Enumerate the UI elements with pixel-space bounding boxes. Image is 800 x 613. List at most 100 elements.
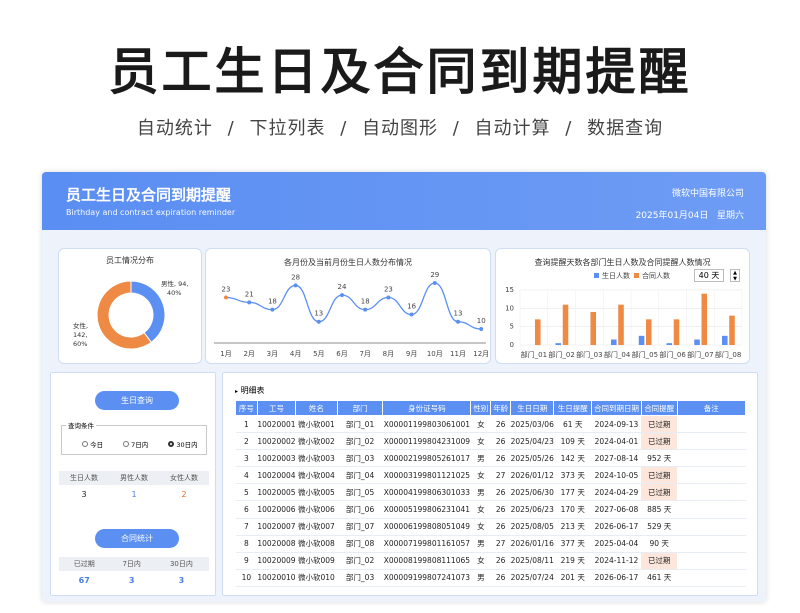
table-row[interactable]: 6 10020006 微小软006 部门_06 X00005199806231041 女 2… bbox=[235, 500, 746, 519]
bullet-icon: ▸ bbox=[235, 388, 239, 395]
x-tick-label: 部门_05 bbox=[632, 350, 658, 359]
table-cell: 微小软009 bbox=[295, 552, 338, 570]
table-cell: 109 天 bbox=[553, 432, 592, 451]
table-cell: 10020003 bbox=[257, 449, 296, 468]
table-row[interactable]: 8 10020008 微小软008 部门_08 X00007199801161057 男 2… bbox=[235, 535, 746, 553]
stat-header: 30日内 bbox=[153, 557, 209, 571]
table-row[interactable]: 3 10020003 微小软003 部门_03 X00002199805261017 男 2… bbox=[235, 449, 746, 468]
table-cell: 微小软004 bbox=[295, 466, 338, 485]
x-tick-label: 部门_07 bbox=[687, 350, 713, 359]
table-cell: 8 bbox=[235, 535, 258, 553]
table-cell: 2026/01/16 bbox=[510, 535, 554, 553]
stat-header: 已过期 bbox=[59, 557, 110, 571]
department-panel: 查询提醒天数各部门生日人数及合同提醒人数情况 40 天 ▲ ▼ 0 5 10 15 部门_… bbox=[495, 248, 750, 364]
radio-today[interactable]: 今日 bbox=[82, 439, 103, 449]
stat-header: 生日人数 bbox=[59, 471, 109, 485]
radio-7days[interactable]: 7日内 bbox=[123, 439, 148, 449]
table-cell: 10020005 bbox=[257, 483, 296, 502]
table-cell: 952 天 bbox=[641, 449, 678, 468]
x-tick-label: 6月 bbox=[336, 350, 347, 358]
line-point bbox=[456, 319, 460, 324]
table-row[interactable]: 9 10020009 微小软009 部门_02 X00008199808111065 女 2… bbox=[235, 552, 746, 570]
column-header: 身份证号码 bbox=[382, 400, 472, 416]
donut-chart: 男性, 94, 40% 女性, 142, 60% bbox=[73, 279, 188, 350]
x-tick-label: 部门_08 bbox=[715, 350, 741, 359]
table-cell: 529 天 bbox=[641, 518, 678, 536]
table-cell: 微小软005 bbox=[295, 483, 338, 502]
table-row[interactable]: 10 10020010 微小软010 部门_03 X00009199807241073 男… bbox=[235, 569, 746, 587]
table-cell: X00002199805261017 bbox=[382, 449, 471, 468]
table-row[interactable]: 1 10020001 微小软001 部门_01 X00001199803061001 女 2… bbox=[235, 415, 746, 434]
table-cell bbox=[677, 552, 746, 570]
table-cell: X00004199806301033 bbox=[382, 483, 471, 502]
data-label: 21 bbox=[245, 290, 254, 298]
table-cell: 377 天 bbox=[553, 535, 592, 553]
x-tick-label: 2月 bbox=[243, 350, 254, 358]
female-label-line: 60% bbox=[73, 340, 87, 348]
table-cell: 已过期 bbox=[641, 552, 678, 570]
birthday-query-button[interactable]: 生日查询 bbox=[95, 391, 179, 410]
line-point bbox=[316, 319, 321, 324]
table-row[interactable]: 5 10020005 微小软005 部门_05 X00004199806301033 男 2… bbox=[235, 483, 746, 502]
feature-item: 自动统计 bbox=[136, 118, 213, 139]
table-cell: 26 bbox=[490, 415, 511, 434]
female-label: 女性, 142, 60% bbox=[73, 321, 88, 348]
line-point bbox=[432, 281, 437, 285]
radio-label: 30日内 bbox=[176, 441, 198, 449]
line-point bbox=[247, 300, 252, 305]
table-cell: 2026-06-17 bbox=[591, 569, 642, 587]
table-cell: 373 天 bbox=[553, 466, 592, 485]
legend-swatch bbox=[594, 273, 599, 278]
table-cell: X00006199808051049 bbox=[382, 518, 471, 536]
stat-value: 2 bbox=[181, 489, 187, 499]
bar-birthday bbox=[666, 343, 673, 345]
stat-value: 67 bbox=[78, 575, 90, 585]
table-cell: 10020006 bbox=[257, 500, 296, 519]
contract-stats-button[interactable]: 合同统计 bbox=[95, 529, 179, 548]
table-cell: 10020008 bbox=[257, 535, 296, 553]
table-cell: 3 bbox=[235, 449, 258, 468]
column-header: 序号 bbox=[235, 400, 258, 416]
y-tick-label: 10 bbox=[505, 304, 514, 312]
detail-panel: ▸ 明细表 序号 工号 姓名 部门 身份证号码 性别 年龄 生日日期 生日提醒 合同到期日期 合同提… bbox=[222, 372, 758, 596]
table-cell: 4 bbox=[235, 466, 258, 485]
x-tick-label: 部门_04 bbox=[604, 350, 631, 359]
table-cell: 部门_02 bbox=[337, 552, 383, 570]
table-cell: 10020009 bbox=[257, 552, 296, 570]
legend-label: 合同人数 bbox=[642, 271, 670, 280]
table-cell: 部门_06 bbox=[337, 500, 383, 519]
table-cell: 微小软007 bbox=[295, 518, 338, 536]
table-cell: 部门_07 bbox=[337, 518, 383, 536]
table-cell: 461 天 bbox=[641, 569, 678, 587]
x-tick-label: 3月 bbox=[267, 350, 278, 358]
radio-30days[interactable]: 30日内 bbox=[168, 439, 198, 449]
table-cell bbox=[677, 569, 746, 587]
table-cell: 部门_03 bbox=[337, 449, 383, 468]
table-cell: X00009199807241073 bbox=[382, 569, 471, 587]
bar-contract bbox=[618, 304, 624, 345]
radio-icon[interactable] bbox=[82, 441, 88, 447]
x-tick-label: 部门_02 bbox=[548, 350, 574, 359]
table-cell: 26 bbox=[490, 449, 511, 468]
x-tick-label: 11月 bbox=[450, 350, 466, 358]
line-point bbox=[270, 307, 275, 312]
table-cell: 10020007 bbox=[257, 518, 296, 536]
table-cell: 26 bbox=[490, 518, 511, 536]
table-cell: 26 bbox=[490, 552, 511, 570]
table-cell: 2024-11-12 bbox=[591, 552, 642, 570]
bar-birthday bbox=[638, 335, 645, 345]
table-cell: 885 天 bbox=[641, 500, 678, 519]
table-row[interactable]: 4 10020004 微小软004 部门_04 X00003199801121025 女 2… bbox=[235, 466, 746, 485]
radio-selected-icon[interactable] bbox=[168, 441, 175, 447]
table-row[interactable]: 7 10020007 微小软007 部门_07 X00006199808051049 女 2… bbox=[235, 518, 746, 536]
table-cell: 2025/08/05 bbox=[510, 518, 554, 536]
table-cell: 微小软003 bbox=[295, 449, 338, 468]
x-tick-label: 10月 bbox=[427, 350, 443, 358]
radio-icon[interactable] bbox=[123, 441, 130, 447]
banner-subtitle: Birthday and contract expiration reminde… bbox=[66, 208, 236, 217]
table-cell: 2025/04/23 bbox=[510, 432, 554, 451]
table-row[interactable]: 2 10020002 微小软002 部门_02 X00001199804231009 女 2… bbox=[235, 432, 746, 451]
table-cell: 2027-06-08 bbox=[591, 500, 642, 519]
table-cell: 26 bbox=[490, 432, 511, 451]
table-cell: 61 天 bbox=[553, 415, 592, 434]
